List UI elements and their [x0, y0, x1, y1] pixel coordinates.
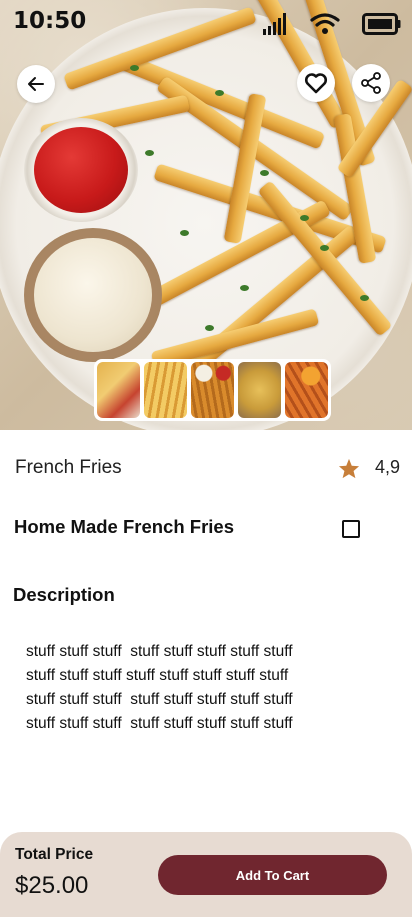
- herb: [215, 90, 224, 96]
- share-icon: [361, 72, 381, 94]
- mayo: [34, 238, 152, 352]
- battery-icon: [362, 13, 401, 35]
- product-name: French Fries: [15, 457, 122, 478]
- thumbnail-loaded-fries[interactable]: [238, 362, 281, 418]
- hero-image: 10:50: [0, 0, 412, 430]
- ketchup: [34, 127, 128, 213]
- total-price-label: Total Price: [15, 846, 94, 863]
- description-line: stuff stuff stuff stuff stuff stuff stuf…: [26, 643, 293, 660]
- herb: [180, 230, 189, 236]
- herb: [360, 295, 369, 301]
- product-headline: Home Made French Fries: [14, 516, 235, 537]
- arrow-left-icon: [28, 77, 44, 91]
- herb: [260, 170, 269, 176]
- thumbnail-strip: [94, 359, 331, 421]
- thumbnail-fries-with-sauces[interactable]: [191, 362, 234, 418]
- thumbnail-fries-with-dips[interactable]: [97, 362, 140, 418]
- select-checkbox[interactable]: [342, 520, 360, 538]
- herb: [300, 215, 309, 221]
- star-icon: [338, 458, 360, 479]
- total-price-value: $25.00: [15, 872, 89, 899]
- description-line: stuff stuff stuff stuff stuff stuff stuf…: [26, 715, 293, 732]
- rating-value: 4,9: [375, 457, 401, 477]
- description-line: stuff stuff stuff stuff stuff stuff stuf…: [26, 667, 289, 684]
- description-line: stuff stuff stuff stuff stuff stuff stuf…: [26, 691, 293, 708]
- description-text: stuff stuff stuff stuff stuff stuff stuf…: [26, 640, 396, 736]
- status-bar: 10:50: [0, 0, 412, 46]
- heart-icon: [304, 73, 328, 94]
- herb: [130, 65, 139, 71]
- back-button[interactable]: [17, 65, 55, 103]
- ketchup-bowl: [24, 118, 138, 222]
- add-to-cart-button[interactable]: Add To Cart: [158, 855, 387, 895]
- herb: [320, 245, 329, 251]
- status-time: 10:50: [13, 8, 87, 34]
- herb: [145, 150, 154, 156]
- thumbnail-fries-in-tray[interactable]: [144, 362, 187, 418]
- description-title: Description: [13, 584, 115, 605]
- thumbnail-sweet-potato-fries[interactable]: [285, 362, 328, 418]
- wifi-icon: [310, 13, 340, 34]
- herb: [240, 285, 249, 291]
- checkout-bar: Total Price $25.00 Add To Cart: [0, 832, 412, 917]
- signal-icon: [263, 13, 286, 35]
- herb: [205, 325, 214, 331]
- mayo-bowl: [24, 228, 162, 362]
- favorite-button[interactable]: [297, 64, 335, 102]
- share-button[interactable]: [352, 64, 390, 102]
